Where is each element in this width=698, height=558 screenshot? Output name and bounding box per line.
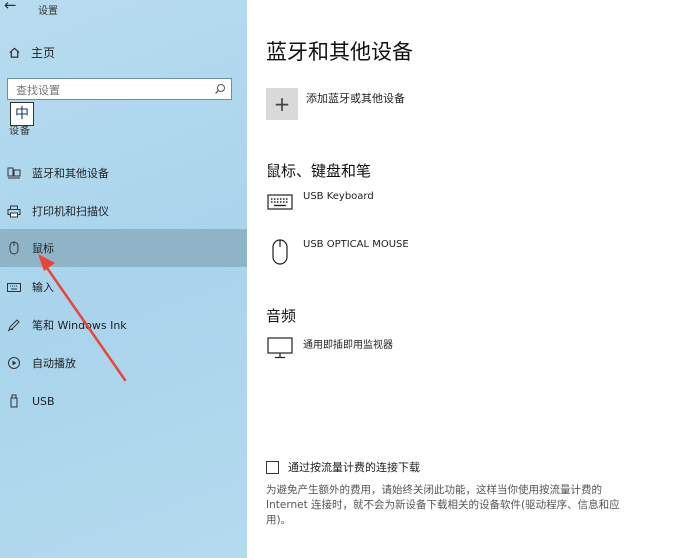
sidebar-item-label: USB [32, 394, 55, 408]
usb-icon [6, 393, 22, 409]
sidebar-item-label: 笔和 Windows Ink [32, 319, 127, 332]
app-title: 设置 [38, 6, 58, 17]
sidebar-item-mouse[interactable]: 鼠标 [0, 229, 247, 267]
printer-icon [6, 203, 22, 219]
sidebar: ← 设置 主页 设备 中 蓝牙和其他设备 [0, 0, 247, 558]
bluetooth-devices-icon [6, 165, 22, 181]
home-nav-item[interactable]: 主页 [8, 44, 55, 61]
device-name: 通用即插即用监视器 [303, 340, 393, 351]
keyboard-icon [266, 190, 294, 210]
sidebar-item-pen[interactable]: 笔和 Windows Ink [0, 307, 247, 343]
sidebar-item-label: 蓝牙和其他设备 [32, 167, 109, 180]
sidebar-item-label: 输入 [32, 281, 54, 294]
page-title: 蓝牙和其他设备 [266, 40, 413, 64]
search-icon[interactable] [214, 83, 226, 95]
mouse-icon [6, 240, 22, 256]
monitor-icon [266, 335, 294, 359]
sidebar-item-label: 鼠标 [32, 242, 54, 255]
title-bar: ← 设置 [0, 0, 247, 18]
mouse-icon [266, 238, 294, 266]
sidebar-item-usb[interactable]: USB [0, 383, 247, 419]
search-box[interactable] [7, 78, 232, 101]
metered-download-description: 为避免产生额外的费用，请始终关闭此功能，这样当你使用按流量计费的 Interne… [266, 484, 620, 526]
device-name: USB Keyboard [303, 191, 374, 202]
main-panel: 蓝牙和其他设备 + 添加蓝牙或其他设备 鼠标、键盘和笔 USB Keyboard… [247, 0, 698, 558]
sidebar-item-typing[interactable]: 输入 [0, 269, 247, 305]
add-icon: + [273, 92, 291, 116]
ime-indicator: 中 [10, 102, 34, 126]
keyboard-icon [6, 279, 22, 295]
section-heading-input-devices: 鼠标、键盘和笔 [266, 162, 372, 180]
device-pnp-monitor[interactable]: 通用即插即用监视器 [266, 335, 393, 359]
pen-icon [6, 317, 22, 333]
back-button[interactable]: ← [4, 0, 17, 14]
home-label: 主页 [31, 46, 56, 60]
add-device-label[interactable]: 添加蓝牙或其他设备 [306, 90, 405, 106]
autoplay-icon [6, 355, 22, 371]
sidebar-item-printers[interactable]: 打印机和扫描仪 [0, 193, 247, 229]
add-device-button[interactable]: + [266, 88, 298, 120]
metered-download-label[interactable]: 通过按流量计费的连接下载 [288, 459, 420, 475]
device-name: USB OPTICAL MOUSE [303, 239, 409, 250]
section-heading-audio: 音频 [266, 307, 297, 325]
home-icon [9, 47, 20, 58]
device-usb-optical-mouse[interactable]: USB OPTICAL MOUSE [266, 238, 409, 266]
sidebar-item-autoplay[interactable]: 自动播放 [0, 345, 247, 381]
sidebar-item-label: 自动播放 [32, 357, 76, 370]
device-usb-keyboard[interactable]: USB Keyboard [266, 190, 374, 210]
metered-download-row[interactable]: 通过按流量计费的连接下载 [266, 459, 420, 475]
sidebar-item-bluetooth[interactable]: 蓝牙和其他设备 [0, 155, 247, 191]
sidebar-item-label: 打印机和扫描仪 [32, 205, 109, 218]
search-input[interactable] [8, 80, 206, 101]
metered-download-checkbox[interactable] [266, 460, 279, 474]
